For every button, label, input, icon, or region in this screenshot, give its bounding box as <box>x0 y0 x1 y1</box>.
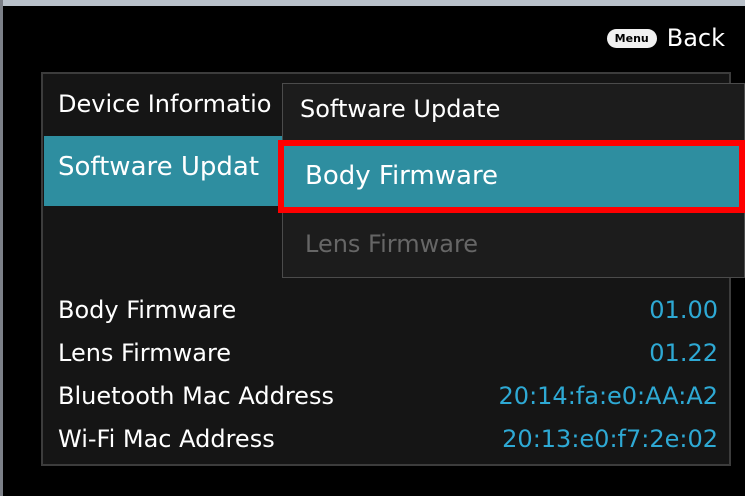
submenu-title: Software Update <box>300 95 501 123</box>
info-label: Bluetooth Mac Address <box>58 382 334 410</box>
top-border <box>0 0 745 6</box>
info-label: Body Firmware <box>58 296 237 324</box>
info-row-lens-firmware: Lens Firmware 01.22 <box>58 335 718 371</box>
info-label: Lens Firmware <box>58 339 232 367</box>
panel-title: Device Informatio <box>58 90 272 118</box>
info-value: 20:13:e0:f7:2e:02 <box>502 425 718 453</box>
submenu-item-lens-firmware: Lens Firmware <box>305 230 479 258</box>
left-menu-selected-label: Software Updat <box>58 152 260 182</box>
camera-menu-screen: Menu Back Device Informatio Software Upd… <box>0 0 745 496</box>
info-row-wifi-mac: Wi-Fi Mac Address 20:13:e0:f7:2e:02 <box>58 421 718 457</box>
info-label: Wi-Fi Mac Address <box>58 425 275 453</box>
annotation-highlight <box>278 140 745 213</box>
back-control[interactable]: Menu Back <box>606 24 725 52</box>
left-border <box>0 0 3 496</box>
info-value: 20:14:fa:e0:AA:A2 <box>498 382 718 410</box>
info-value: 01.00 <box>649 296 718 324</box>
info-row-body-firmware: Body Firmware 01.00 <box>58 292 718 328</box>
info-value: 01.22 <box>649 339 718 367</box>
back-label: Back <box>666 24 725 52</box>
info-row-bluetooth-mac: Bluetooth Mac Address 20:14:fa:e0:AA:A2 <box>58 378 718 414</box>
menu-badge: Menu <box>606 28 657 48</box>
